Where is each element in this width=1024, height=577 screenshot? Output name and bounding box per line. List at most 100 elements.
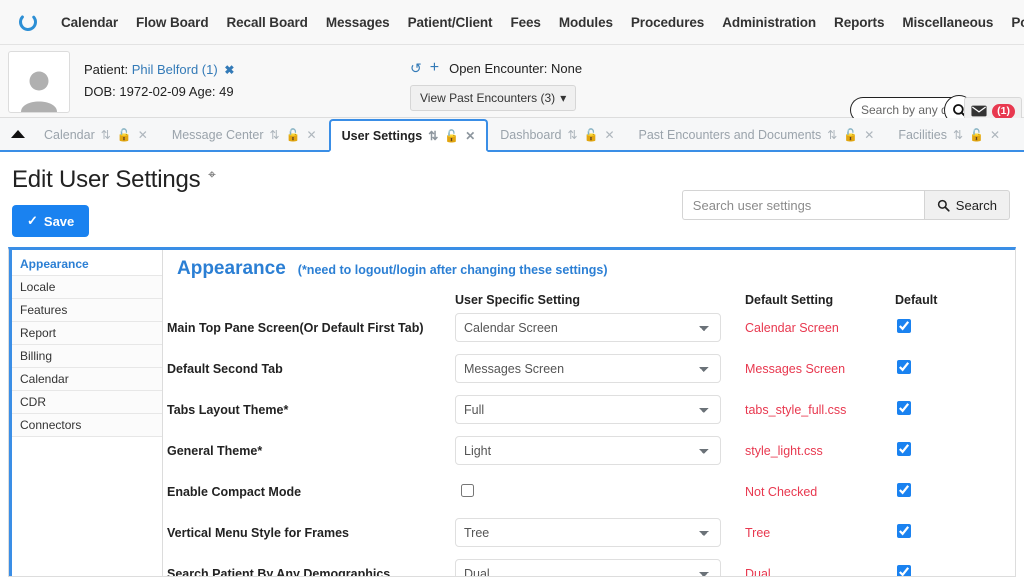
column-header-default-setting: Default Setting [745, 293, 834, 307]
tabs-layout-theme-select[interactable]: FullCompactMinimal [455, 395, 721, 424]
close-x-icon[interactable]: ✕ [138, 129, 148, 141]
nav-item-flow-board[interactable]: Flow Board [127, 9, 218, 36]
nav-item-patient-client[interactable]: Patient/Client [399, 9, 502, 36]
refresh-icon[interactable]: ⇅ [101, 129, 111, 141]
setting-control: Calendar ScreenMessages ScreenDashboardP… [455, 313, 745, 342]
default-checkbox-cell [895, 442, 1015, 459]
tab-past-encounters-and-documents[interactable]: Past Encounters and Documents ⇅ 🔓 ✕ [627, 119, 887, 150]
search-input[interactable] [681, 190, 924, 220]
unlock-icon[interactable]: 🔓 [843, 129, 858, 141]
nav-item-popups[interactable]: Popups [1002, 9, 1024, 36]
unlock-icon[interactable]: 🔓 [444, 130, 459, 142]
default-checkbox[interactable] [897, 442, 911, 456]
sidebar-item-features[interactable]: Features [12, 299, 162, 322]
section-header: Appearance (*need to logout/login after … [163, 254, 1015, 280]
close-x-icon[interactable]: ✕ [465, 130, 475, 142]
default-checkbox[interactable] [897, 360, 911, 374]
close-icon[interactable]: ✖ [224, 63, 234, 77]
vertical-menu-style-select[interactable]: TreeAccordionFlat [455, 518, 721, 547]
setting-label: Default Second Tab [167, 361, 283, 376]
setting-row: General Theme* LightDarkManilaSky Blue s… [163, 430, 1015, 471]
tab-facilities[interactable]: Facilities ⇅ 🔓 ✕ [886, 119, 1012, 150]
setting-label: Search Patient By Any Demographics [167, 566, 391, 577]
nav-item-calendar[interactable]: Calendar [52, 9, 127, 36]
view-past-encounters-button[interactable]: View Past Encounters (3) ▾ [410, 85, 577, 111]
default-checkbox[interactable] [897, 565, 911, 576]
search-button[interactable]: Search [923, 190, 1010, 220]
tab-label: Past Encounters and Documents [638, 127, 822, 142]
unlock-icon[interactable]: 🔓 [117, 129, 132, 141]
tab-calendar[interactable]: Calendar ⇅ 🔓 ✕ [32, 119, 160, 150]
check-icon: ✓ [27, 213, 38, 228]
nav-item-miscellaneous[interactable]: Miscellaneous [893, 9, 1002, 36]
refresh-icon[interactable]: ⇅ [953, 129, 963, 141]
nav-item-administration[interactable]: Administration [713, 9, 825, 36]
move-crosshair-icon[interactable]: ⌖ [208, 166, 216, 183]
close-x-icon[interactable]: ✕ [604, 129, 614, 141]
page-title: Edit User Settings [12, 166, 201, 193]
sidebar-item-cdr[interactable]: CDR [12, 391, 162, 414]
close-x-icon[interactable]: ✕ [990, 129, 1000, 141]
top-navigation-bar: Calendar Flow Board Recall Board Message… [0, 0, 1024, 45]
caret-up-icon[interactable] [4, 118, 32, 150]
setting-control: FullCompactMinimal [455, 395, 745, 424]
tab-message-center[interactable]: Message Center ⇅ 🔓 ✕ [160, 119, 329, 150]
default-second-tab-select[interactable]: Messages ScreenCalendar ScreenDashboardP… [455, 354, 721, 383]
history-revert-icon[interactable]: ↺ [410, 61, 422, 75]
refresh-icon[interactable]: ⇅ [827, 129, 837, 141]
patient-name-link[interactable]: Phil Belford (1) [132, 62, 218, 77]
unlock-icon[interactable]: 🔓 [286, 129, 301, 141]
tab-label: Calendar [44, 127, 95, 142]
refresh-icon[interactable]: ⇅ [428, 130, 438, 142]
default-checkbox[interactable] [897, 401, 911, 415]
default-setting-value: Dual [745, 566, 771, 577]
default-checkbox[interactable] [897, 483, 911, 497]
search-icon [937, 199, 950, 212]
column-headers: User Specific Setting Default Setting De… [163, 293, 1015, 307]
column-header-default-check: Default [895, 293, 938, 307]
main-top-pane-screen-select[interactable]: Calendar ScreenMessages ScreenDashboardP… [455, 313, 721, 342]
save-button[interactable]: ✓ Save [12, 205, 90, 237]
nav-item-recall-board[interactable]: Recall Board [217, 9, 316, 36]
unlock-icon[interactable]: 🔓 [969, 129, 984, 141]
sidebar-item-billing[interactable]: Billing [12, 345, 162, 368]
nav-item-modules[interactable]: Modules [550, 9, 622, 36]
sidebar-item-connectors[interactable]: Connectors [12, 414, 162, 437]
tab-dashboard[interactable]: Dashboard ⇅ 🔓 ✕ [488, 119, 626, 150]
default-checkbox[interactable] [897, 524, 911, 538]
refresh-icon[interactable]: ⇅ [270, 129, 280, 141]
sidebar-item-locale[interactable]: Locale [12, 276, 162, 299]
default-setting-value: tabs_style_full.css [745, 402, 847, 417]
unlock-icon[interactable]: 🔓 [584, 129, 599, 141]
general-theme-select[interactable]: LightDarkManilaSky Blue [455, 436, 721, 465]
refresh-icon[interactable]: ⇅ [567, 129, 577, 141]
encounter-line: ↺ + Open Encounter: None [410, 57, 582, 79]
settings-panel: Appearance Locale Features Report Billin… [8, 247, 1016, 577]
sidebar-item-calendar[interactable]: Calendar [12, 368, 162, 391]
setting-row: Main Top Pane Screen(Or Default First Ta… [163, 307, 1015, 348]
nav-item-procedures[interactable]: Procedures [622, 9, 713, 36]
encounter-block: ↺ + Open Encounter: None View Past Encou… [410, 57, 582, 111]
tab-user-settings[interactable]: User Settings ⇅ 🔓 ✕ [328, 119, 489, 152]
unread-count-badge: (1) [992, 103, 1015, 119]
sidebar-item-appearance[interactable]: Appearance [12, 253, 162, 276]
setting-row: Vertical Menu Style for Frames TreeAccor… [163, 512, 1015, 553]
close-x-icon[interactable]: ✕ [307, 129, 317, 141]
circle-loader-icon[interactable] [14, 8, 42, 36]
default-checkbox-cell [895, 360, 1015, 377]
default-checkbox[interactable] [897, 319, 911, 333]
nav-item-messages[interactable]: Messages [317, 9, 399, 36]
settings-search-group: Search [681, 190, 1010, 220]
avatar[interactable] [8, 51, 70, 113]
column-header-setting [163, 293, 455, 307]
search-patient-demographics-select[interactable]: DualSingleNone [455, 559, 721, 576]
nav-item-fees[interactable]: Fees [501, 9, 549, 36]
plus-icon[interactable]: + [430, 60, 439, 76]
save-button-label: Save [43, 213, 75, 229]
enable-compact-mode-checkbox[interactable] [461, 483, 474, 497]
nav-item-reports[interactable]: Reports [825, 9, 893, 36]
chevron-down-icon: ▾ [560, 91, 567, 105]
sidebar-item-report[interactable]: Report [12, 322, 162, 345]
close-x-icon[interactable]: ✕ [864, 129, 874, 141]
patient-label: Patient: [84, 62, 129, 77]
